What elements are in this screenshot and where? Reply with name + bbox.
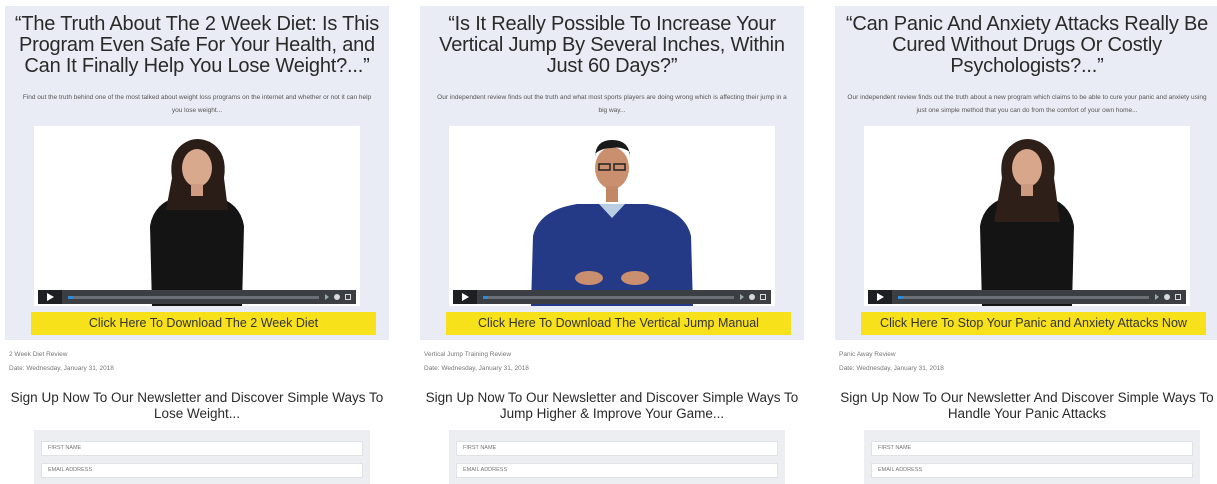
hero-section: “Is It Really Possible To Increase Your …	[420, 6, 804, 340]
page-subtext: Find out the truth behind one of the mos…	[22, 94, 372, 114]
video-progress-fill	[68, 295, 74, 299]
page-subtext: Our independent review finds out the tru…	[847, 94, 1207, 114]
play-icon[interactable]	[453, 290, 477, 304]
review-date: Date: Wednesday, January 31, 2018	[9, 365, 114, 372]
page-headline: “Is It Really Possible To Increase Your …	[439, 13, 785, 77]
video-player[interactable]	[864, 126, 1190, 306]
video-progress-bar[interactable]	[483, 295, 734, 299]
review-title: Panic Away Review	[839, 351, 896, 358]
fullscreen-icon[interactable]	[1175, 294, 1181, 300]
presenter-man-image	[531, 140, 693, 306]
landing-panel-jump: “Is It Really Possible To Increase Your …	[420, 0, 804, 484]
video-controls	[38, 290, 356, 304]
video-player[interactable]	[34, 126, 360, 306]
page-headline: “The Truth About The 2 Week Diet: Is Thi…	[14, 13, 380, 77]
fullscreen-icon[interactable]	[345, 294, 351, 300]
download-cta-button[interactable]: Click Here To Download The Vertical Jump…	[446, 312, 791, 335]
video-controls	[868, 290, 1186, 304]
review-title: Vertical Jump Training Review	[424, 351, 512, 358]
download-cta-button[interactable]: Click Here To Download The 2 Week Diet	[31, 312, 376, 335]
first-name-input[interactable]	[456, 441, 778, 456]
presenter-woman-image	[150, 139, 244, 306]
review-date: Date: Wednesday, January 31, 2018	[424, 365, 529, 372]
email-input[interactable]	[871, 463, 1193, 478]
newsletter-heading: Sign Up Now To Our Newsletter And Discov…	[840, 390, 1214, 421]
video-progress-fill	[898, 295, 904, 299]
newsletter-form	[449, 430, 785, 484]
volume-icon[interactable]	[740, 294, 744, 300]
video-progress-bar[interactable]	[898, 295, 1149, 299]
landing-panel-panic: “Can Panic And Anxiety Attacks Really Be…	[835, 0, 1217, 484]
video-progress-bar[interactable]	[68, 295, 319, 299]
first-name-input[interactable]	[41, 441, 363, 456]
page-headline: “Can Panic And Anxiety Attacks Really Be…	[845, 13, 1209, 77]
video-controls	[453, 290, 771, 304]
hero-section: “The Truth About The 2 Week Diet: Is Thi…	[5, 6, 389, 340]
newsletter-form	[34, 430, 370, 484]
play-icon[interactable]	[868, 290, 892, 304]
first-name-input[interactable]	[871, 441, 1193, 456]
review-meta: Vertical Jump Training Review Date: Wedn…	[424, 348, 529, 376]
review-meta: 2 Week Diet Review Date: Wednesday, Janu…	[9, 348, 114, 376]
presenter-woman-image	[980, 139, 1074, 306]
play-icon[interactable]	[38, 290, 62, 304]
hero-section: “Can Panic And Anxiety Attacks Really Be…	[835, 6, 1217, 340]
volume-icon[interactable]	[325, 294, 329, 300]
newsletter-form	[864, 430, 1200, 484]
volume-icon[interactable]	[1155, 294, 1159, 300]
page-subtext: Our independent review finds out the tru…	[437, 94, 787, 114]
email-input[interactable]	[456, 463, 778, 478]
fullscreen-icon[interactable]	[760, 294, 766, 300]
video-progress-fill	[483, 295, 489, 299]
newsletter-heading: Sign Up Now To Our Newsletter and Discov…	[10, 390, 384, 421]
settings-icon[interactable]	[334, 294, 340, 300]
review-date: Date: Wednesday, January 31, 2018	[839, 365, 944, 372]
newsletter-heading: Sign Up Now To Our Newsletter and Discov…	[425, 390, 799, 421]
video-player[interactable]	[449, 126, 775, 306]
review-title: 2 Week Diet Review	[9, 351, 68, 358]
settings-icon[interactable]	[1164, 294, 1170, 300]
download-cta-button[interactable]: Click Here To Stop Your Panic and Anxiet…	[861, 312, 1206, 335]
settings-icon[interactable]	[749, 294, 755, 300]
landing-panel-diet: “The Truth About The 2 Week Diet: Is Thi…	[5, 0, 389, 484]
email-input[interactable]	[41, 463, 363, 478]
review-meta: Panic Away Review Date: Wednesday, Janua…	[839, 348, 944, 376]
